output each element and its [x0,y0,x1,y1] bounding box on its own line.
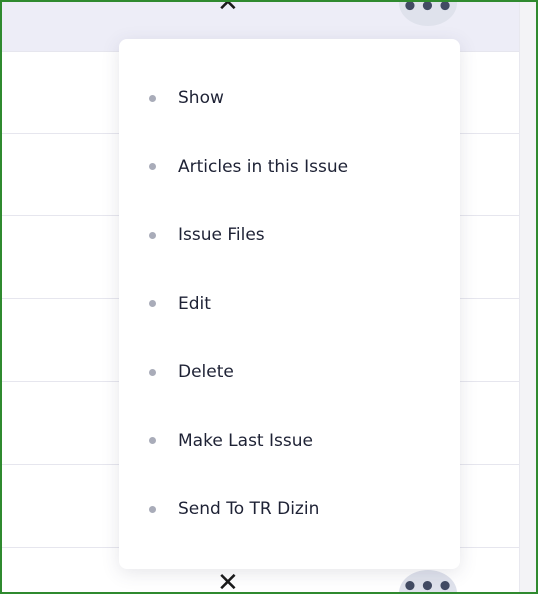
menu-item-edit[interactable]: Edit [119,275,460,344]
menu-item-label: Edit [178,293,211,314]
close-icon[interactable]: ✕ [217,2,239,16]
more-options-icon: ••• [401,0,455,22]
menu-item-delete[interactable]: Delete [119,343,460,412]
more-options-button[interactable]: ••• [399,570,457,594]
bullet-icon [149,300,156,308]
bullet-icon [149,368,156,376]
actions-dropdown-menu: Show Articles in this Issue Issue Files … [119,39,460,569]
menu-item-articles-in-this-issue[interactable]: Articles in this Issue [119,138,460,207]
menu-item-show[interactable]: Show [119,69,460,138]
menu-item-label: Articles in this Issue [178,156,349,177]
menu-item-send-to-tr-dizin[interactable]: Send To TR Dizin [119,480,460,549]
menu-item-label: Issue Files [178,225,265,246]
bullet-icon [149,94,156,102]
more-options-icon: ••• [401,572,455,594]
close-icon[interactable]: ✕ [217,570,239,592]
bullet-icon [149,231,156,239]
menu-item-label: Send To TR Dizin [178,499,320,520]
scroll-strip [519,2,536,592]
menu-item-issue-files[interactable]: Issue Files [119,206,460,275]
menu-item-label: Delete [178,362,234,383]
screenshot-frame: ✕ ••• ✕ ••• Show Articles in this Issue … [0,0,538,594]
bullet-icon [149,505,156,513]
bullet-icon [149,163,156,171]
bullet-icon [149,437,156,445]
menu-item-label: Show [178,88,224,109]
menu-item-make-last-issue[interactable]: Make Last Issue [119,412,460,481]
menu-item-label: Make Last Issue [178,430,313,451]
